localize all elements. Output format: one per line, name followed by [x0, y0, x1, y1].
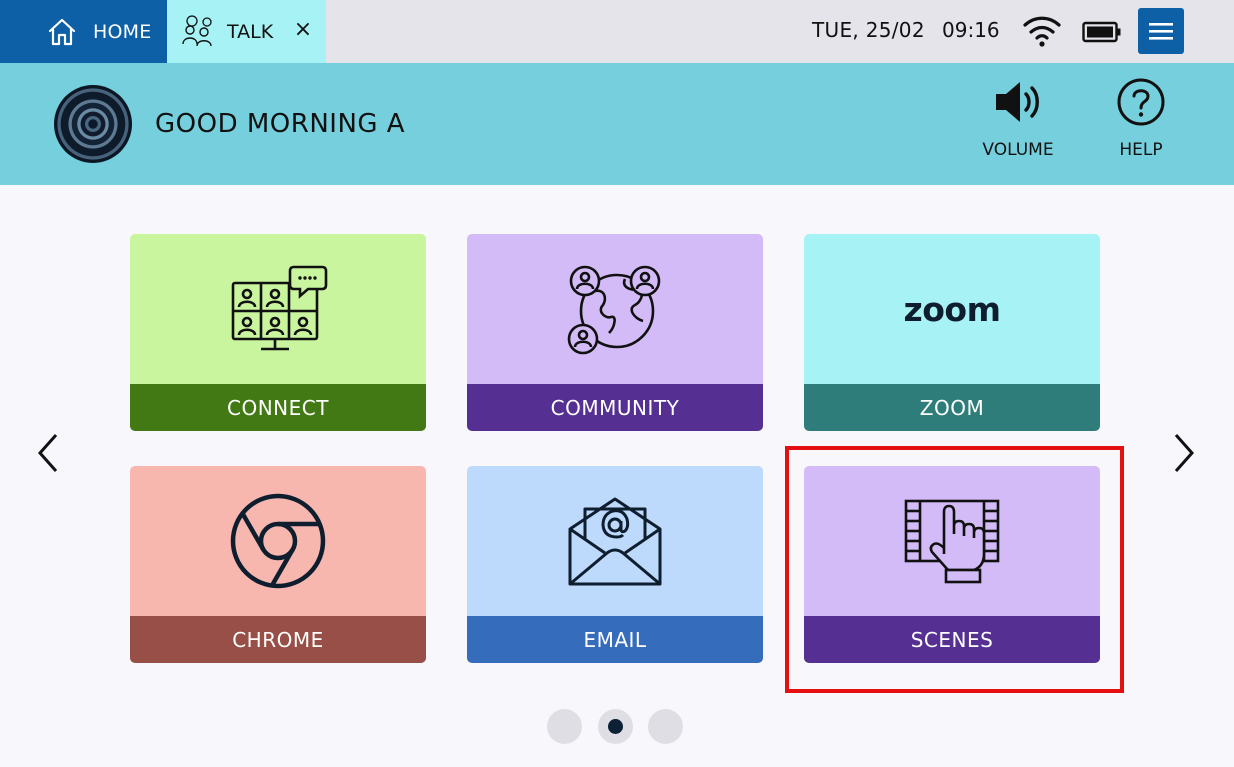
scenes-tile[interactable]: SCENES — [804, 466, 1100, 663]
help-button[interactable]: HELP — [1093, 77, 1189, 177]
close-tab-button[interactable]: × — [291, 17, 315, 42]
avatar[interactable] — [54, 85, 132, 163]
community-tile-label: COMMUNITY — [467, 384, 763, 431]
help-label: HELP — [1119, 140, 1163, 160]
email-tile-label: EMAIL — [467, 616, 763, 663]
battery-icon — [1082, 21, 1121, 43]
community-tile-art — [467, 234, 763, 384]
chrome-tile-label: CHROME — [130, 616, 426, 663]
time-display: 09:16 — [942, 18, 1000, 42]
chrome-tile[interactable]: CHROME — [130, 466, 426, 663]
chrome-icon — [230, 493, 326, 589]
greeting-header: GOOD MORNING A VOLUME HELP — [0, 63, 1234, 185]
tab-home[interactable]: HOME — [0, 0, 167, 63]
menu-button[interactable] — [1138, 8, 1184, 54]
chrome-tile-art — [130, 466, 426, 616]
greeting-text: GOOD MORNING A — [155, 109, 406, 139]
wifi-icon — [1023, 16, 1061, 47]
page-dot-1[interactable] — [547, 709, 582, 744]
scenes-tile-art — [804, 466, 1100, 616]
volume-button[interactable]: VOLUME — [970, 77, 1066, 177]
film-hand-icon — [904, 499, 1000, 584]
tab-home-label: HOME — [93, 20, 152, 43]
active-page-indicator — [608, 719, 623, 734]
date-display: TUE, 25/02 — [812, 18, 925, 42]
page-dot-3[interactable] — [648, 709, 683, 744]
globe-people-icon — [567, 265, 661, 355]
zoom-tile-art: zoom — [804, 234, 1100, 384]
home-icon — [48, 18, 76, 45]
top-bar: HOME TALK × TUE, 25/02 09:16 — [0, 0, 1234, 63]
zoom-tile[interactable]: zoom ZOOM — [804, 234, 1100, 431]
connect-tile-art — [130, 234, 426, 384]
previous-page-arrow-icon[interactable] — [30, 430, 66, 476]
connect-tile-label: CONNECT — [130, 384, 426, 431]
talk-people-icon — [182, 14, 212, 46]
volume-icon — [996, 82, 1039, 122]
tab-talk-label: TALK — [227, 20, 274, 43]
connect-tile[interactable]: CONNECT — [130, 234, 426, 431]
zoom-logo: zoom — [903, 289, 1001, 329]
scenes-tile-label: SCENES — [804, 616, 1100, 663]
next-page-arrow-icon[interactable] — [1166, 430, 1202, 476]
email-icon — [568, 497, 662, 586]
email-tile-art — [467, 466, 763, 616]
volume-label: VOLUME — [982, 140, 1054, 160]
video-call-icon — [231, 265, 328, 351]
email-tile[interactable]: EMAIL — [467, 466, 763, 663]
page-dot-2-active[interactable] — [598, 709, 633, 744]
tab-talk[interactable]: TALK × — [167, 0, 326, 63]
hamburger-icon — [1149, 23, 1173, 40]
help-icon — [1117, 78, 1165, 126]
zoom-tile-label: ZOOM — [804, 384, 1100, 431]
community-tile[interactable]: COMMUNITY — [467, 234, 763, 431]
